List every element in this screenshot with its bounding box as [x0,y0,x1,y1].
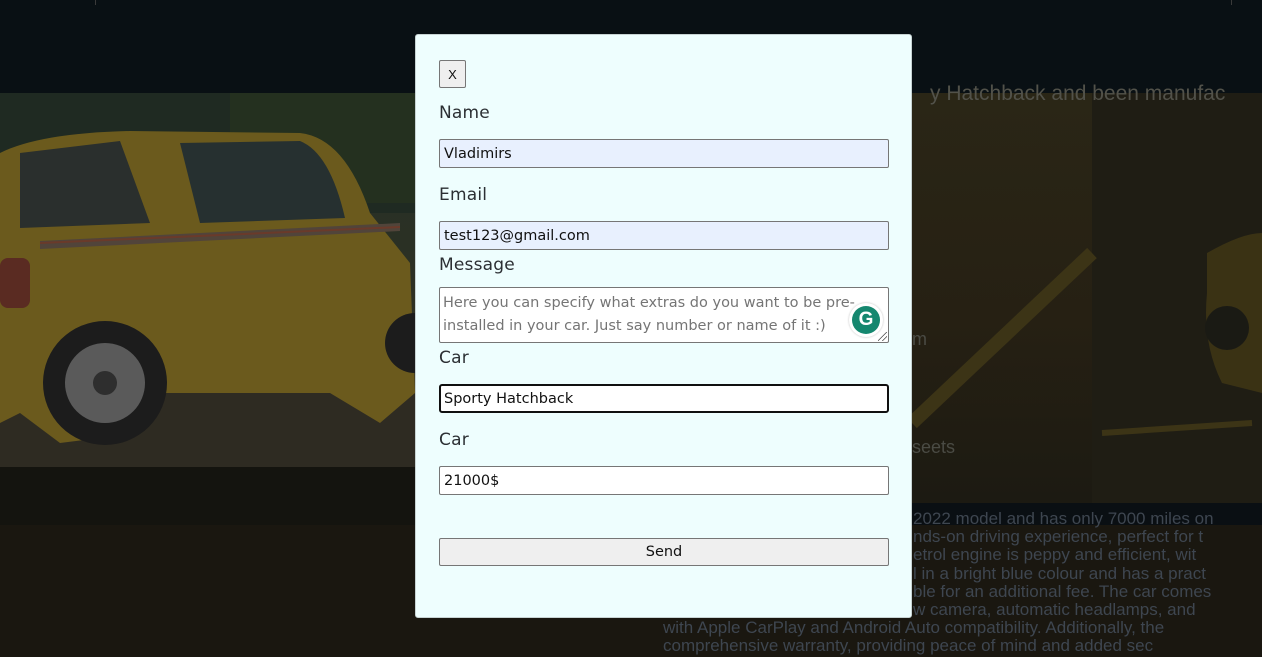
car-label: Car [439,348,469,368]
name-label: Name [439,103,490,123]
email-field[interactable]: test123@gmail.com [439,221,889,250]
email-label: Email [439,185,488,205]
grammarly-logo: G [852,306,880,334]
close-button[interactable]: X [439,60,466,88]
resize-handle-icon[interactable] [878,332,887,341]
grammarly-icon[interactable]: G [849,303,883,337]
message-textarea[interactable]: Here you can specify what extras do you … [439,287,889,343]
send-button[interactable]: Send [439,538,889,566]
car-field[interactable]: Sporty Hatchback [439,384,889,413]
message-placeholder: Here you can specify what extras do you … [443,295,855,334]
inquiry-modal: X Name Vladimirs Email test123@gmail.com… [415,34,912,618]
name-field[interactable]: Vladimirs [439,139,889,168]
message-label: Message [439,255,515,275]
price-field[interactable]: 21000$ [439,466,889,495]
price-label: Car [439,430,469,450]
